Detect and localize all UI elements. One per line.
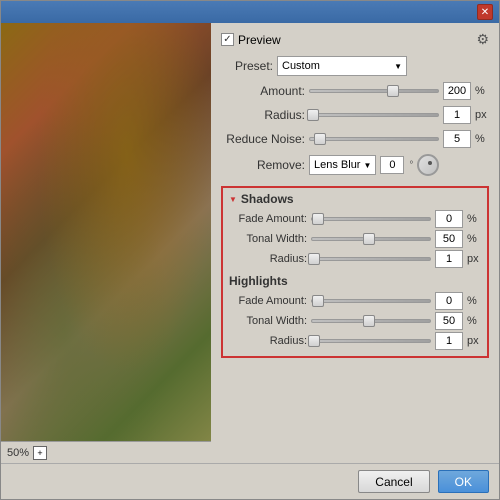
- reduce-noise-unit: %: [475, 133, 489, 145]
- amount-value[interactable]: 200: [443, 82, 471, 100]
- highlights-fade-row: Fade Amount: 0 %: [229, 292, 481, 310]
- shadows-fade-thumb[interactable]: [312, 213, 324, 225]
- shadows-tonal-value[interactable]: 50: [435, 230, 463, 248]
- shadows-fade-unit: %: [467, 213, 481, 225]
- shadows-fade-slider[interactable]: [311, 211, 431, 227]
- highlights-tonal-track: [311, 319, 431, 323]
- preset-label: Preset:: [221, 59, 273, 73]
- shadows-radius-value[interactable]: 1: [435, 250, 463, 268]
- highlights-tonal-row: Tonal Width: 50 %: [229, 312, 481, 330]
- highlights-fade-label: Fade Amount:: [229, 295, 307, 307]
- shadows-label: Shadows: [241, 192, 294, 206]
- highlights-tonal-label: Tonal Width:: [229, 315, 307, 327]
- zoom-level: 50%: [7, 447, 29, 459]
- amount-label: Amount:: [221, 84, 305, 98]
- highlights-header: Highlights: [229, 274, 481, 288]
- amount-unit: %: [475, 85, 489, 97]
- degree-symbol: °: [409, 160, 413, 171]
- window: ✕ 50% + ✓ Preview ⚙: [0, 0, 500, 500]
- reduce-noise-thumb[interactable]: [314, 133, 326, 145]
- radius-slider[interactable]: [309, 107, 439, 123]
- preview-image: [1, 23, 211, 463]
- preview-checkbox[interactable]: ✓: [221, 33, 234, 46]
- amount-slider[interactable]: [309, 83, 439, 99]
- shadows-fade-track: [311, 217, 431, 221]
- radius-row: Radius: 1 px: [221, 106, 489, 124]
- preview-label: Preview: [238, 33, 281, 47]
- highlights-radius-unit: px: [467, 335, 481, 347]
- preset-row: Preset: Custom ▼: [221, 56, 489, 76]
- amount-row: Amount: 200 %: [221, 82, 489, 100]
- reduce-noise-row: Reduce Noise: 5 %: [221, 130, 489, 148]
- reduce-noise-value[interactable]: 5: [443, 130, 471, 148]
- angle-value[interactable]: 0: [380, 156, 404, 174]
- angle-wheel[interactable]: [417, 154, 439, 176]
- shadows-highlights-box: ▼ Shadows Fade Amount: 0 %: [221, 186, 489, 358]
- zoom-icon[interactable]: +: [33, 446, 47, 460]
- image-panel: 50% +: [1, 23, 211, 463]
- highlights-radius-thumb[interactable]: [308, 335, 320, 347]
- highlights-fade-slider[interactable]: [311, 293, 431, 309]
- shadows-tonal-unit: %: [467, 233, 481, 245]
- preview-row: ✓ Preview ⚙: [221, 31, 489, 48]
- radius-unit: px: [475, 109, 489, 121]
- highlights-tonal-slider[interactable]: [311, 313, 431, 329]
- shadows-radius-slider[interactable]: [311, 251, 431, 267]
- shadows-radius-unit: px: [467, 253, 481, 265]
- highlights-radius-slider[interactable]: [311, 333, 431, 349]
- shadows-tonal-row: Tonal Width: 50 %: [229, 230, 481, 248]
- remove-row: Remove: Lens Blur ▼ 0 °: [221, 154, 489, 176]
- amount-track: [309, 89, 439, 93]
- shadows-header: ▼ Shadows: [229, 192, 481, 206]
- title-bar: ✕: [1, 1, 499, 23]
- cancel-button[interactable]: Cancel: [358, 470, 429, 493]
- shadows-tonal-label: Tonal Width:: [229, 233, 307, 245]
- highlights-tonal-thumb[interactable]: [363, 315, 375, 327]
- shadows-tonal-track: [311, 237, 431, 241]
- shadows-radius-track: [311, 257, 431, 261]
- highlights-radius-track: [311, 339, 431, 343]
- highlights-radius-label: Radius:: [229, 335, 307, 347]
- highlights-radius-value[interactable]: 1: [435, 332, 463, 350]
- angle-dot: [428, 161, 432, 165]
- reduce-noise-track: [309, 137, 439, 141]
- highlights-radius-row: Radius: 1 px: [229, 332, 481, 350]
- shadows-radius-row: Radius: 1 px: [229, 250, 481, 268]
- highlights-fade-thumb[interactable]: [312, 295, 324, 307]
- highlights-fade-value[interactable]: 0: [435, 292, 463, 310]
- reduce-noise-label: Reduce Noise:: [221, 132, 305, 146]
- preview-check: ✓ Preview: [221, 33, 281, 47]
- shadows-triangle-icon[interactable]: ▼: [229, 195, 237, 204]
- highlights-tonal-value[interactable]: 50: [435, 312, 463, 330]
- amount-thumb[interactable]: [387, 85, 399, 97]
- controls-panel: ✓ Preview ⚙ Preset: Custom ▼ Amount:: [211, 23, 499, 463]
- shadows-radius-thumb[interactable]: [308, 253, 320, 265]
- shadows-fade-value[interactable]: 0: [435, 210, 463, 228]
- shadows-tonal-slider[interactable]: [311, 231, 431, 247]
- highlights-label: Highlights: [229, 274, 288, 288]
- highlights-fade-unit: %: [467, 295, 481, 307]
- gear-icon[interactable]: ⚙: [476, 31, 489, 48]
- shadows-tonal-thumb[interactable]: [363, 233, 375, 245]
- image-overlay: [1, 23, 211, 463]
- main-content: 50% + ✓ Preview ⚙ Preset: Custom: [1, 23, 499, 463]
- shadows-fade-row: Fade Amount: 0 %: [229, 210, 481, 228]
- close-button[interactable]: ✕: [477, 4, 493, 20]
- radius-thumb[interactable]: [307, 109, 319, 121]
- ok-button[interactable]: OK: [438, 470, 489, 493]
- bottom-bar: Cancel OK: [1, 463, 499, 499]
- image-bottom-bar: 50% +: [1, 441, 211, 463]
- reduce-noise-slider[interactable]: [309, 131, 439, 147]
- highlights-fade-track: [311, 299, 431, 303]
- preset-dropdown[interactable]: Custom ▼: [277, 56, 407, 76]
- shadows-radius-label: Radius:: [229, 253, 307, 265]
- shadows-fade-label: Fade Amount:: [229, 213, 307, 225]
- radius-track: [309, 113, 439, 117]
- radius-label: Radius:: [221, 108, 305, 122]
- radius-value[interactable]: 1: [443, 106, 471, 124]
- remove-label: Remove:: [221, 158, 305, 172]
- remove-dropdown[interactable]: Lens Blur ▼: [309, 155, 376, 175]
- highlights-tonal-unit: %: [467, 315, 481, 327]
